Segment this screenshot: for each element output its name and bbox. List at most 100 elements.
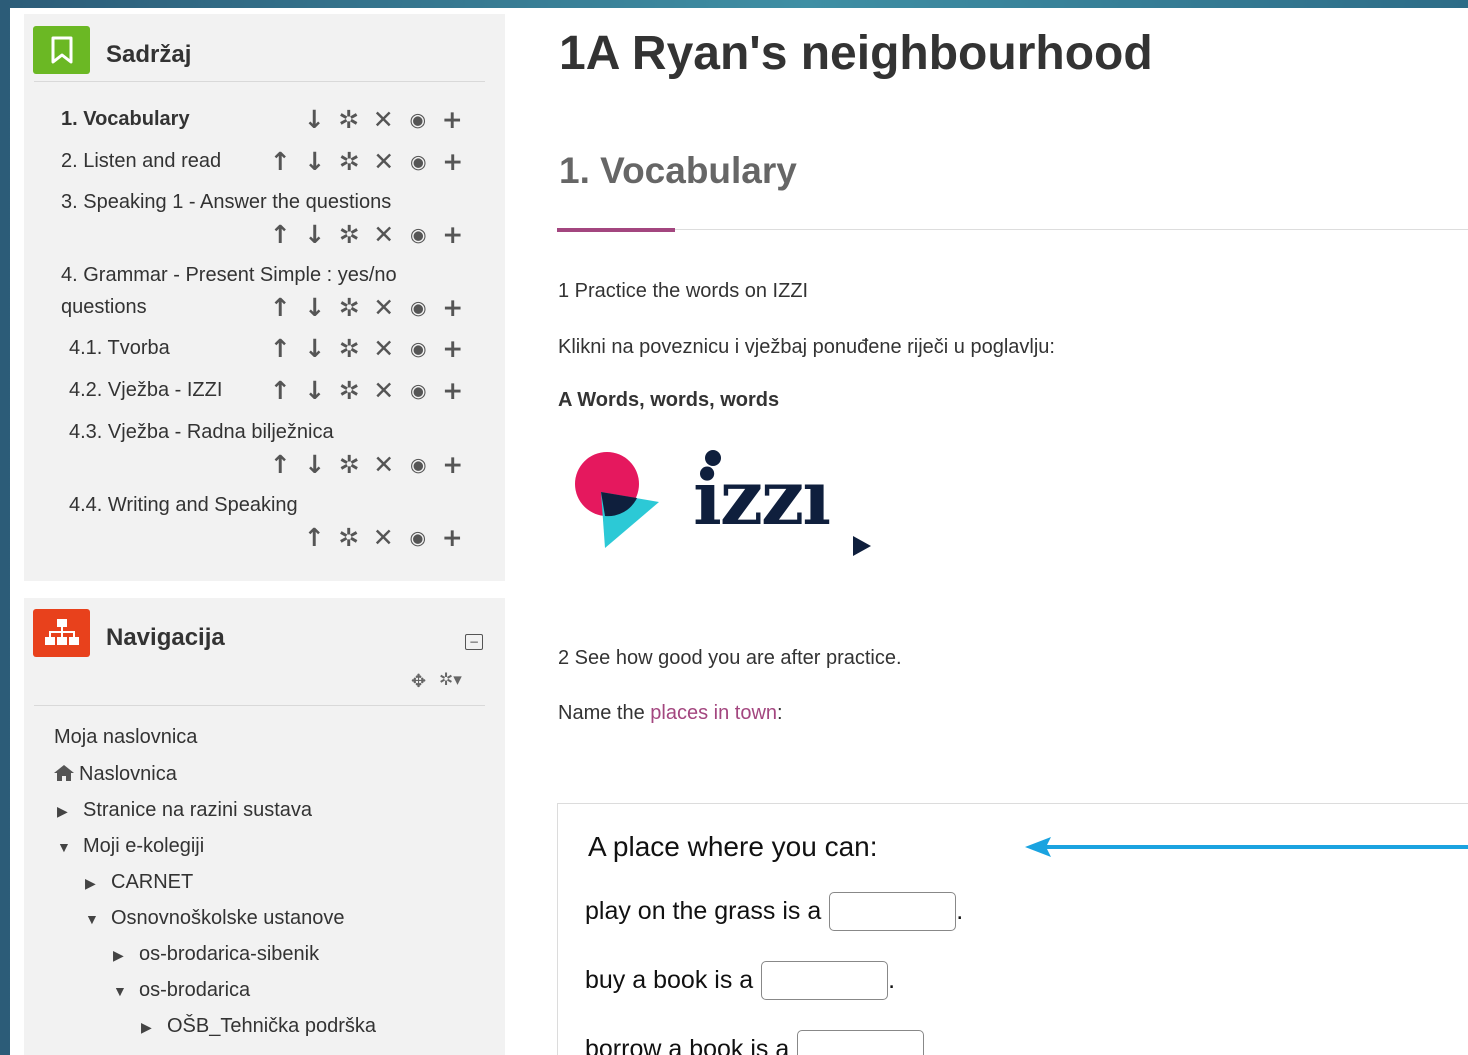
add-icon[interactable]: + — [436, 220, 471, 250]
delete-icon[interactable]: ✕ — [367, 293, 402, 323]
places-in-town-link[interactable]: places in town — [650, 702, 777, 724]
gear-icon[interactable]: ✲ — [332, 523, 367, 553]
caret-down-icon: ▼ — [85, 911, 99, 927]
nav-item-osb-tehnicka-podrska[interactable]: ▶ OŠB_Tehnička podrška — [141, 1012, 376, 1041]
arrow-up-icon[interactable]: ↑ — [263, 450, 298, 480]
arrow-up-icon[interactable]: ↑ — [263, 147, 298, 177]
quiz-row-2: buy a book is a . — [585, 961, 895, 1000]
block-settings-icon[interactable]: ✲▾ — [439, 670, 462, 690]
gear-icon[interactable]: ✲ — [332, 450, 367, 480]
arrow-down-icon[interactable]: ↓ — [297, 105, 332, 135]
eye-icon[interactable]: ◉ — [401, 523, 436, 553]
quiz-answer-input-3[interactable] — [797, 1030, 925, 1055]
caret-down-icon: ▼ — [57, 839, 71, 855]
arrow-down-icon[interactable]: ↓ — [298, 293, 333, 323]
eye-icon[interactable]: ◉ — [401, 220, 436, 250]
nav-item-carnet[interactable]: ▶ CARNET — [85, 868, 193, 897]
toc-item-listen-and-read[interactable]: 2. Listen and read — [61, 145, 221, 177]
arrow-down-icon[interactable]: ↓ — [298, 450, 333, 480]
toc-item-writing-and-speaking[interactable]: 4.4. Writing and Speaking — [69, 489, 298, 521]
delete-icon[interactable]: ✕ — [367, 147, 402, 177]
delete-icon[interactable]: ✕ — [367, 334, 402, 364]
toc-item-vocabulary[interactable]: 1. Vocabulary — [61, 103, 190, 135]
nav-item-carnet-label: CARNET — [111, 871, 194, 893]
quiz-row-2-suffix: . — [888, 966, 896, 994]
gear-icon[interactable]: ✲ — [332, 376, 367, 406]
arrow-up-icon[interactable]: ↑ — [263, 220, 298, 250]
gear-icon[interactable]: ✲ — [332, 105, 367, 135]
gear-icon[interactable]: ✲ — [332, 293, 367, 323]
home-icon — [53, 761, 79, 789]
add-icon[interactable]: + — [436, 450, 471, 480]
add-icon[interactable]: + — [435, 105, 470, 135]
quiz-answer-input-1[interactable] — [829, 892, 957, 931]
add-icon[interactable]: + — [436, 334, 471, 364]
move-block-icon[interactable]: ✥ — [411, 671, 426, 692]
nav-item-os-brodarica[interactable]: ▼ os-brodarica — [113, 976, 250, 1005]
toc-item-speaking[interactable]: 3. Speaking 1 - Answer the questions — [61, 186, 391, 218]
toc-item-grammar[interactable]: 4. Grammar - Present Simple : yes/no — [61, 259, 397, 291]
arrow-up-icon[interactable]: ↑ — [263, 293, 298, 323]
toc-actions-grammar: ↑ ↓ ✲ ✕ ◉ + — [263, 293, 470, 323]
gear-icon[interactable]: ✲ — [332, 147, 367, 177]
collapse-glyph: − — [468, 635, 480, 649]
nav-item-stranice[interactable]: ▶ Stranice na razini sustava — [57, 796, 312, 825]
arrow-up-icon[interactable]: ↑ — [263, 376, 298, 406]
add-icon[interactable]: + — [436, 376, 471, 406]
toc-item-vjezba-izzi[interactable]: 4.2. Vježba - IZZI — [69, 374, 222, 406]
quiz-row-2-prompt: buy a book is a — [585, 966, 754, 994]
add-icon[interactable]: + — [436, 293, 471, 323]
collapse-block-icon[interactable]: − — [465, 634, 483, 650]
delete-icon[interactable]: ✕ — [367, 376, 402, 406]
arrow-pointer-icon — [1025, 837, 1468, 857]
toc-item-tvorba[interactable]: 4.1. Tvorba — [69, 332, 170, 364]
arrow-down-icon[interactable]: ↓ — [298, 220, 333, 250]
paragraph-practice: 1 Practice the words on IZZI — [558, 280, 809, 302]
name-places-suffix: : — [777, 702, 783, 724]
caret-right-icon: ▶ — [113, 947, 124, 963]
arrow-up-icon[interactable]: ↑ — [263, 334, 298, 364]
quiz-row-3-prompt: borrow a book is a — [585, 1035, 790, 1055]
paragraph-unit-name: A Words, words, words — [558, 389, 780, 411]
izzi-logo[interactable]: izzı — [571, 446, 871, 558]
arrow-up-icon[interactable]: ↑ — [297, 523, 332, 553]
eye-icon[interactable]: ◉ — [401, 334, 436, 364]
nav-item-naslovnica-label: Naslovnica — [79, 763, 177, 785]
nav-item-moji-e-kolegiji[interactable]: ▼ Moji e-kolegiji — [57, 832, 204, 861]
arrow-down-icon[interactable]: ↓ — [298, 334, 333, 364]
section-accent-bar — [557, 228, 675, 232]
quiz-answer-input-2[interactable] — [761, 961, 889, 1000]
eye-icon[interactable]: ◉ — [401, 147, 436, 177]
toc-item-grammar-line2[interactable]: questions — [61, 291, 147, 323]
toc-item-radna-biljeznica[interactable]: 4.3. Vježba - Radna bilježnica — [69, 416, 334, 448]
arrow-down-icon[interactable]: ↓ — [298, 147, 333, 177]
add-icon[interactable]: + — [436, 147, 471, 177]
nav-item-os-brodarica-sibenik[interactable]: ▶ os-brodarica-sibenik — [113, 940, 319, 969]
nav-item-moja-naslovnica[interactable]: Moja naslovnica — [54, 723, 197, 751]
nav-item-osnovnoskolske[interactable]: ▼ Osnovnoškolske ustanove — [85, 904, 344, 933]
navigation-block-title: Navigacija — [106, 624, 225, 651]
add-icon[interactable]: + — [435, 523, 470, 553]
izzi-logo-wordmark: izzı — [693, 453, 831, 542]
delete-icon[interactable]: ✕ — [367, 220, 402, 250]
delete-icon[interactable]: ✕ — [367, 450, 402, 480]
delete-icon[interactable]: ✕ — [366, 523, 401, 553]
toc-actions-tvorba: ↑ ↓ ✲ ✕ ◉ + — [263, 334, 470, 364]
quiz-heading: A place where you can: — [588, 831, 878, 862]
eye-icon[interactable]: ◉ — [401, 450, 436, 480]
gear-icon[interactable]: ✲ — [332, 334, 367, 364]
eye-icon[interactable]: ◉ — [401, 105, 436, 135]
nav-item-naslovnica[interactable]: Naslovnica — [53, 760, 177, 789]
name-places-prefix: Name the — [558, 702, 651, 724]
eye-icon[interactable]: ◉ — [401, 376, 436, 406]
delete-icon[interactable]: ✕ — [366, 105, 401, 135]
caret-right-icon: ▶ — [57, 803, 68, 819]
nav-item-moji-e-kolegiji-label: Moji e-kolegiji — [83, 835, 205, 857]
nav-item-os-brodarica-sibenik-label: os-brodarica-sibenik — [139, 943, 320, 965]
section-divider — [557, 229, 1468, 230]
gear-icon[interactable]: ✲ — [332, 220, 367, 250]
paragraph-name-places: Name the places in town: — [558, 702, 783, 725]
caret-right-icon: ▶ — [85, 875, 96, 891]
arrow-down-icon[interactable]: ↓ — [298, 376, 333, 406]
eye-icon[interactable]: ◉ — [401, 293, 436, 323]
